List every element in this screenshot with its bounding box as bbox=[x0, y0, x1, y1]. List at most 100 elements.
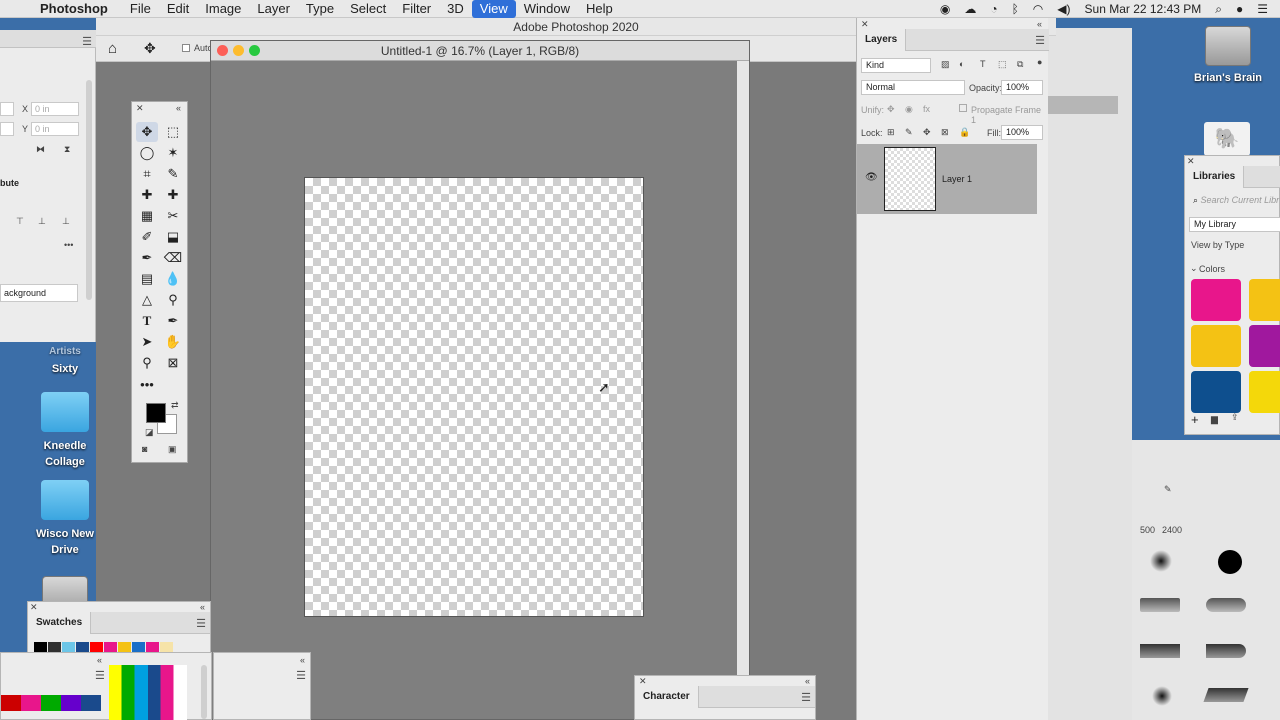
notification-icon[interactable]: ☰ bbox=[1257, 2, 1268, 16]
brush-tool-icon[interactable]: ✐ bbox=[136, 227, 158, 247]
filter-pixel-icon[interactable]: ▨ bbox=[941, 59, 950, 70]
stamp-tool-icon[interactable]: ⬓ bbox=[162, 227, 184, 247]
unify-position-icon[interactable]: ✥ bbox=[887, 104, 895, 115]
more-tools-icon[interactable]: ••• bbox=[136, 374, 158, 394]
pattern-swatches[interactable] bbox=[1, 695, 101, 711]
menu-edit[interactable]: Edit bbox=[159, 0, 197, 18]
folder-icon[interactable]: ▆ bbox=[1211, 414, 1218, 425]
desktop-icon-brians-brain[interactable]: Brian's Brain bbox=[1183, 26, 1273, 84]
auto-select-checkbox[interactable] bbox=[182, 44, 190, 52]
add-element-icon[interactable]: + bbox=[1191, 412, 1199, 427]
swap-colors-icon[interactable]: ⇄ bbox=[171, 400, 179, 411]
panel-menu-icon[interactable]: ☰ bbox=[82, 35, 92, 48]
default-colors-icon[interactable]: ◪ bbox=[145, 427, 154, 438]
lock-image-icon[interactable]: ✎ bbox=[905, 127, 913, 138]
library-color-swatch[interactable] bbox=[1249, 279, 1280, 321]
panel-scrollbar[interactable] bbox=[201, 665, 207, 719]
properties-scrollbar[interactable] bbox=[86, 80, 92, 300]
close-panel-icon[interactable]: ✕ bbox=[136, 103, 144, 114]
panel-menu-icon[interactable]: ☰ bbox=[801, 691, 811, 704]
align-top-icon[interactable]: ⊤ bbox=[16, 216, 24, 227]
screen-mode-icon[interactable]: ▣ bbox=[168, 444, 177, 455]
unify-visibility-icon[interactable]: ◉ bbox=[905, 104, 913, 115]
panel-menu-icon[interactable]: ☰ bbox=[196, 617, 206, 630]
home-icon[interactable]: ⌂ bbox=[108, 40, 117, 57]
frame-tool-icon[interactable]: ▦ bbox=[136, 206, 158, 226]
align-middle-icon[interactable]: ⊥ bbox=[38, 216, 46, 227]
menu-help[interactable]: Help bbox=[578, 0, 621, 18]
propagate-checkbox[interactable] bbox=[959, 104, 967, 112]
library-color-swatch[interactable] bbox=[1191, 371, 1241, 413]
unify-style-icon[interactable]: fx bbox=[923, 104, 930, 114]
hand-tool-icon[interactable]: ✋ bbox=[162, 332, 184, 352]
filter-adjustment-icon[interactable]: ◐ bbox=[959, 59, 964, 69]
hard-round-brush-icon[interactable] bbox=[1218, 550, 1242, 574]
eraser-tool-icon[interactable]: ⌫ bbox=[162, 248, 184, 268]
volume-icon[interactable]: ◀) bbox=[1057, 2, 1070, 16]
chevron-down-icon[interactable]: ⌄ bbox=[1190, 263, 1198, 274]
app-menu[interactable]: Photoshop bbox=[40, 1, 108, 16]
close-window-button[interactable] bbox=[217, 45, 228, 56]
menu-3d[interactable]: 3D bbox=[439, 0, 472, 18]
flip-vertical-icon[interactable]: ⧗ bbox=[64, 144, 70, 155]
sharpen-tool-icon[interactable]: △ bbox=[136, 290, 158, 310]
width-field[interactable] bbox=[0, 102, 14, 116]
flip-horizontal-icon[interactable]: ⧓ bbox=[36, 144, 45, 155]
view-by-select[interactable]: View by Type bbox=[1191, 240, 1244, 250]
library-color-swatch[interactable] bbox=[1249, 371, 1280, 413]
pen-tool-icon[interactable]: ✒ bbox=[162, 311, 184, 331]
collapse-panel-icon[interactable]: « bbox=[300, 655, 305, 665]
layer-name-field[interactable]: ackground bbox=[0, 284, 78, 302]
lock-artboard-icon[interactable]: ⊠ bbox=[941, 127, 949, 138]
user-avatar-icon[interactable]: ● bbox=[1236, 2, 1243, 16]
type-tool-icon[interactable]: T bbox=[136, 311, 158, 331]
tab-swatches[interactable]: Swatches bbox=[28, 612, 92, 634]
blend-mode-select[interactable]: Normal bbox=[861, 80, 965, 95]
crop-tool-icon[interactable]: ⌗ bbox=[136, 164, 158, 184]
panel-menu-icon[interactable]: ☰ bbox=[1035, 34, 1045, 47]
elephant-image-icon[interactable]: 🐘 bbox=[1204, 122, 1250, 156]
record-icon[interactable]: ◉ bbox=[940, 2, 950, 16]
library-search-input[interactable]: ⌕ Search Current Libr bbox=[1189, 194, 1280, 209]
angled-brush-icon[interactable] bbox=[1203, 688, 1249, 702]
patch-tool-icon[interactable]: ✚ bbox=[162, 185, 184, 205]
zoom-tool-icon[interactable]: ⚲ bbox=[136, 353, 158, 373]
upload-icon[interactable]: ⇪ bbox=[1231, 412, 1239, 423]
round-brush-icon[interactable] bbox=[1206, 644, 1246, 658]
collapse-panel-icon[interactable]: « bbox=[97, 655, 102, 665]
eyedropper-tool-icon[interactable]: ✎ bbox=[162, 164, 184, 184]
artboard-tool-icon[interactable]: ⊠ bbox=[162, 353, 184, 373]
lock-all-icon[interactable]: 🔒 bbox=[959, 127, 970, 138]
collapse-panel-icon[interactable]: « bbox=[805, 676, 810, 686]
tab-libraries[interactable]: Libraries bbox=[1185, 166, 1245, 188]
flat-brush-icon[interactable] bbox=[1140, 644, 1180, 658]
menu-select[interactable]: Select bbox=[342, 0, 394, 18]
swatch-grid[interactable] bbox=[109, 665, 187, 720]
menu-view[interactable]: View bbox=[471, 0, 516, 18]
clock[interactable]: Sun Mar 22 12:43 PM bbox=[1085, 2, 1202, 16]
blur-tool-icon[interactable]: 💧 bbox=[162, 269, 184, 289]
airbrush-icon[interactable] bbox=[1152, 686, 1172, 706]
filter-type-icon[interactable]: T bbox=[980, 59, 986, 69]
healing-brush-tool-icon[interactable]: ✚ bbox=[136, 185, 158, 205]
brush-edit-icon[interactable]: ✎ bbox=[1164, 484, 1172, 495]
dodge-tool-icon[interactable]: ⚲ bbox=[162, 290, 184, 310]
y-position-field[interactable]: 0 in bbox=[31, 122, 79, 136]
library-color-swatch[interactable] bbox=[1191, 279, 1241, 321]
tab-character[interactable]: Character bbox=[635, 686, 699, 708]
tab-layers[interactable]: Layers bbox=[857, 29, 907, 51]
move-tool-preset-icon[interactable]: ✥ bbox=[144, 40, 156, 57]
filter-toggle-icon[interactable]: ● bbox=[1037, 57, 1042, 67]
brush-preset-500[interactable]: 500 bbox=[1140, 525, 1155, 535]
menu-filter[interactable]: Filter bbox=[394, 0, 439, 18]
time-machine-icon[interactable]: ◔ bbox=[990, 2, 997, 16]
move-tool-icon[interactable]: ✥ bbox=[136, 122, 158, 142]
brush-preset-2400[interactable]: 2400 bbox=[1162, 525, 1182, 535]
menu-layer[interactable]: Layer bbox=[249, 0, 298, 18]
history-brush-tool-icon[interactable]: ✒ bbox=[136, 248, 158, 268]
bluetooth-icon[interactable]: ᛒ bbox=[1012, 2, 1019, 16]
fill-field[interactable]: 100% bbox=[1001, 125, 1043, 140]
x-position-field[interactable]: 0 in bbox=[31, 102, 79, 116]
library-color-swatch[interactable] bbox=[1249, 325, 1280, 367]
filter-kind-select[interactable]: Kind bbox=[861, 58, 931, 73]
